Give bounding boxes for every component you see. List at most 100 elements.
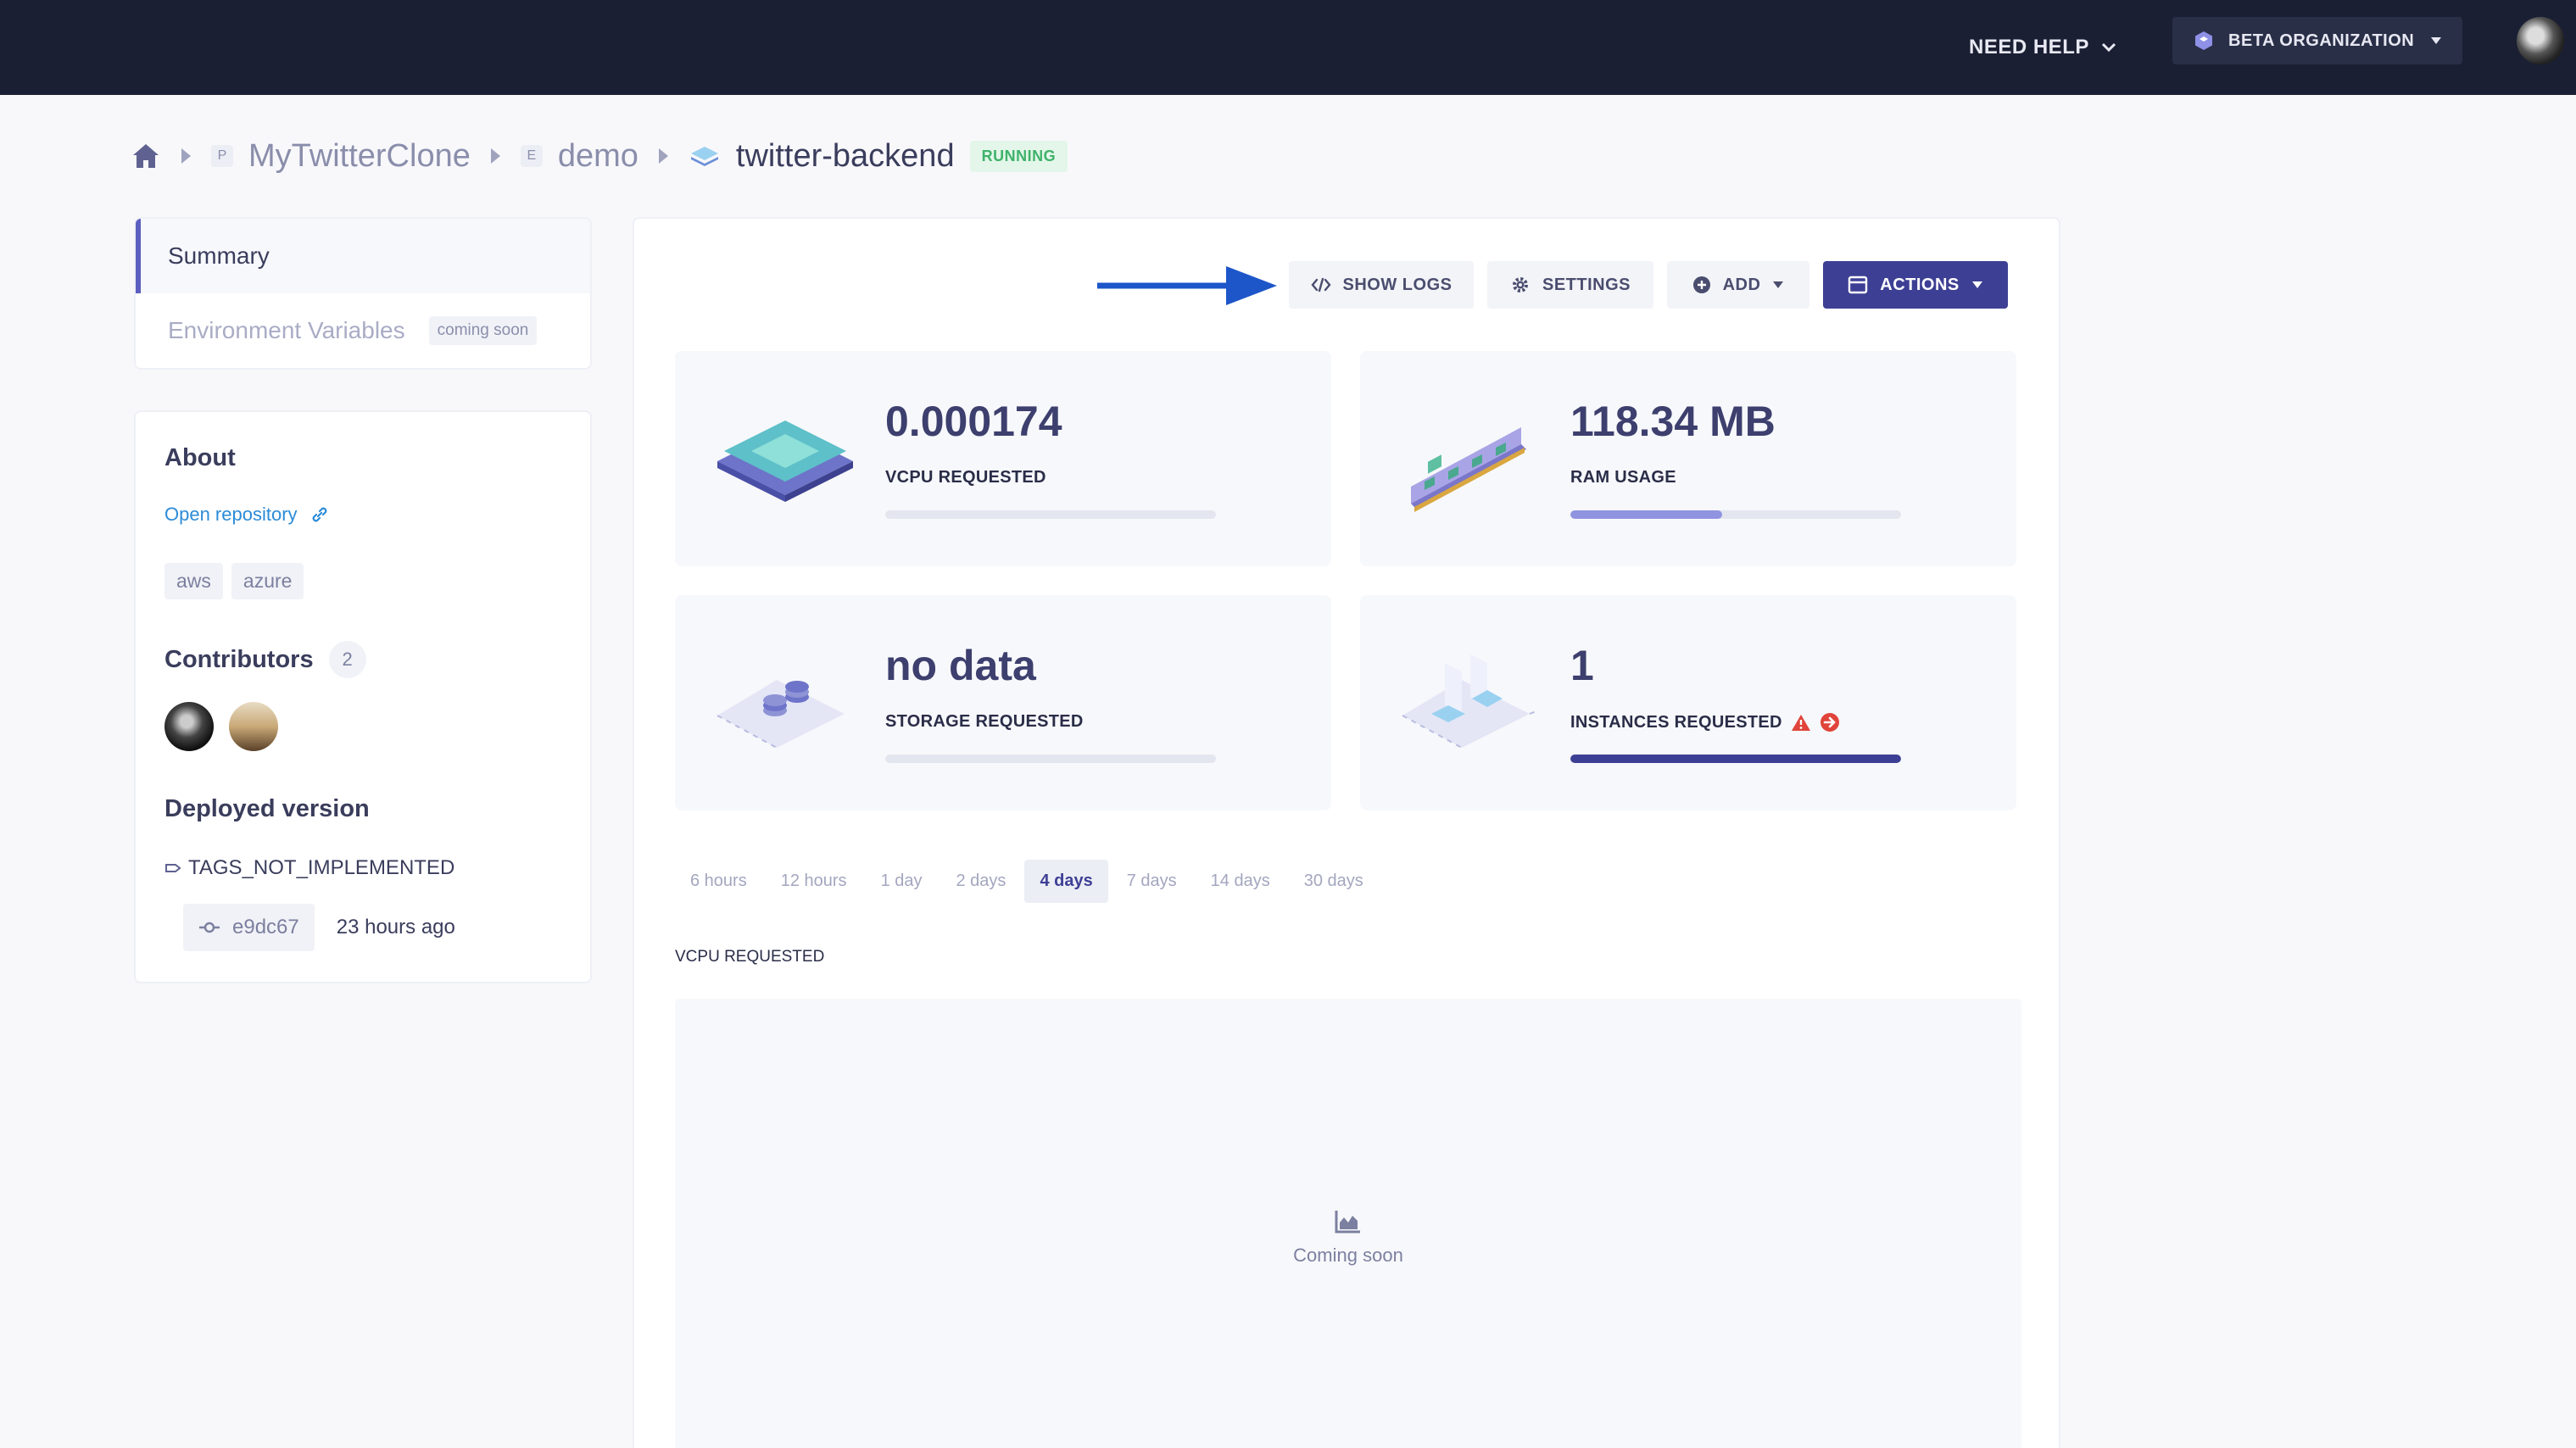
contributors-count: 2 xyxy=(328,641,366,678)
storage-progress-bar xyxy=(885,755,1216,763)
summary-panel: SHOW LOGS SETTINGS ADD ACTIONS 0.000174 … xyxy=(633,217,2060,1448)
link-icon xyxy=(312,507,326,522)
organization-selector[interactable]: BETA ORGANIZATION xyxy=(2172,17,2462,64)
organization-name: BETA ORGANIZATION xyxy=(2228,31,2415,50)
range-tab[interactable]: 2 days xyxy=(941,860,1022,903)
deployed-tag: TAGS_NOT_IMPLEMENTED xyxy=(164,856,454,880)
time-range-selector: 6 hours 12 hours 1 day 2 days 4 days 7 days 14… xyxy=(675,860,1379,903)
open-repository-label: Open repository xyxy=(164,504,298,525)
chart-area: Coming soon xyxy=(675,999,2021,1448)
breadcrumb-separator-icon xyxy=(490,148,500,164)
need-help-menu[interactable]: NEED HELP xyxy=(1969,24,2116,71)
vcpu-progress-bar xyxy=(885,510,1216,519)
commit-hash: e9dc67 xyxy=(232,916,299,938)
show-logs-button[interactable]: SHOW LOGS xyxy=(1289,261,1474,309)
range-tab[interactable]: 30 days xyxy=(1289,860,1379,903)
caret-down-icon xyxy=(1773,281,1784,288)
ram-label: RAM USAGE xyxy=(1570,468,1676,487)
home-icon[interactable] xyxy=(131,142,161,170)
range-tab[interactable]: 6 hours xyxy=(675,860,762,903)
show-logs-label: SHOW LOGS xyxy=(1342,275,1452,294)
instances-value: 1 xyxy=(1570,642,1594,689)
organization-icon xyxy=(2195,31,2212,50)
range-tab[interactable]: 1 day xyxy=(866,860,938,903)
top-bar: NEED HELP BETA ORGANIZATION xyxy=(0,0,2576,95)
action-toolbar: SHOW LOGS SETTINGS ADD ACTIONS xyxy=(634,261,2059,309)
commit-time: 23 hours ago xyxy=(336,916,455,938)
need-help-label: NEED HELP xyxy=(1969,36,2089,58)
breadcrumb-application[interactable]: twitter-backend xyxy=(736,138,955,175)
range-tab[interactable]: 7 days xyxy=(1112,860,1192,903)
breadcrumb-project[interactable]: MyTwitterClone xyxy=(248,138,471,175)
contributor-avatars xyxy=(164,702,278,751)
instances-label-text: INSTANCES REQUESTED xyxy=(1570,712,1782,732)
caret-down-icon xyxy=(1971,281,1982,288)
ram-label-text: RAM USAGE xyxy=(1570,468,1676,487)
instances-progress-fill xyxy=(1570,755,1901,763)
deployed-tag-name: TAGS_NOT_IMPLEMENTED xyxy=(188,856,455,879)
caret-down-icon xyxy=(2431,37,2441,44)
range-tab[interactable]: 12 hours xyxy=(766,860,862,903)
ram-stat-card: 118.34 MB RAM USAGE xyxy=(1360,351,2016,566)
annotation-arrow-icon xyxy=(1097,266,1277,305)
about-card: About Open repository aws azure Contribu… xyxy=(134,410,592,983)
code-icon xyxy=(1310,277,1331,292)
actions-button[interactable]: ACTIONS xyxy=(1823,261,2008,309)
instances-platform-icon xyxy=(1402,654,1539,749)
application-icon xyxy=(690,147,718,166)
breadcrumb-separator-icon xyxy=(181,148,191,164)
commit-icon xyxy=(199,922,220,933)
chart-title: VCPU REQUESTED xyxy=(675,948,825,966)
storage-stat-card: no data STORAGE REQUESTED xyxy=(675,595,1331,810)
commit-row: e9dc67 23 hours ago xyxy=(183,904,455,951)
contributor-avatar[interactable] xyxy=(229,702,278,751)
ram-value: 118.34 MB xyxy=(1570,398,1776,445)
window-icon xyxy=(1848,276,1868,294)
status-badge: RUNNING xyxy=(969,140,1068,172)
tag-chip: aws xyxy=(164,563,223,599)
ram-progress-bar xyxy=(1570,510,1901,519)
coming-soon-label: Coming soon xyxy=(1293,1245,1403,1266)
instances-stat-card: 1 INSTANCES REQUESTED xyxy=(1360,595,2016,810)
deployed-version-title: Deployed version xyxy=(164,795,370,822)
actions-label: ACTIONS xyxy=(1880,275,1960,294)
instances-progress-bar xyxy=(1570,755,1901,763)
user-avatar[interactable] xyxy=(2517,17,2564,64)
range-tab[interactable]: 4 days xyxy=(1024,860,1108,903)
storage-disks-icon xyxy=(716,680,845,749)
arrow-right-circle-icon[interactable] xyxy=(1820,712,1840,732)
application-nav: Summary Environment Variables coming soo… xyxy=(134,217,592,370)
chevron-down-icon xyxy=(2101,42,2116,53)
coming-soon-badge: coming soon xyxy=(428,316,538,345)
nav-item-summary[interactable]: Summary xyxy=(136,219,590,293)
range-tab[interactable]: 14 days xyxy=(1196,860,1285,903)
storage-label: STORAGE REQUESTED xyxy=(885,712,1084,732)
nav-item-label: Environment Variables xyxy=(168,317,405,343)
commit-hash-chip[interactable]: e9dc67 xyxy=(183,904,315,951)
vcpu-value: 0.000174 xyxy=(885,398,1062,445)
open-repository-link[interactable]: Open repository xyxy=(164,504,330,526)
nav-item-environment-variables: Environment Variables coming soon xyxy=(136,293,590,368)
environment-letter-icon: E xyxy=(520,145,543,167)
contributor-avatar[interactable] xyxy=(164,702,214,751)
vcpu-label: VCPU REQUESTED xyxy=(885,468,1046,487)
warning-icon[interactable] xyxy=(1791,713,1811,732)
add-label: ADD xyxy=(1722,275,1761,294)
add-button[interactable]: ADD xyxy=(1667,261,1809,309)
coming-soon-placeholder: Coming soon xyxy=(675,1209,2021,1267)
contributors-title: Contributors xyxy=(164,645,314,673)
instances-label: INSTANCES REQUESTED xyxy=(1570,712,1840,732)
breadcrumb: P MyTwitterClone E demo twitter-backend … xyxy=(131,132,1068,180)
storage-value: no data xyxy=(885,642,1036,689)
breadcrumb-environment[interactable]: demo xyxy=(558,138,638,175)
about-title: About xyxy=(164,444,236,471)
gear-icon xyxy=(1512,277,1528,292)
cpu-chip-icon xyxy=(717,420,853,502)
settings-button[interactable]: SETTINGS xyxy=(1487,261,1653,309)
plus-circle-icon xyxy=(1692,276,1710,293)
vcpu-stat-card: 0.000174 VCPU REQUESTED xyxy=(675,351,1331,566)
ram-module-icon xyxy=(1411,427,1526,512)
settings-label: SETTINGS xyxy=(1542,275,1631,294)
tag-list: aws azure xyxy=(164,563,304,599)
storage-label-text: STORAGE REQUESTED xyxy=(885,712,1084,731)
